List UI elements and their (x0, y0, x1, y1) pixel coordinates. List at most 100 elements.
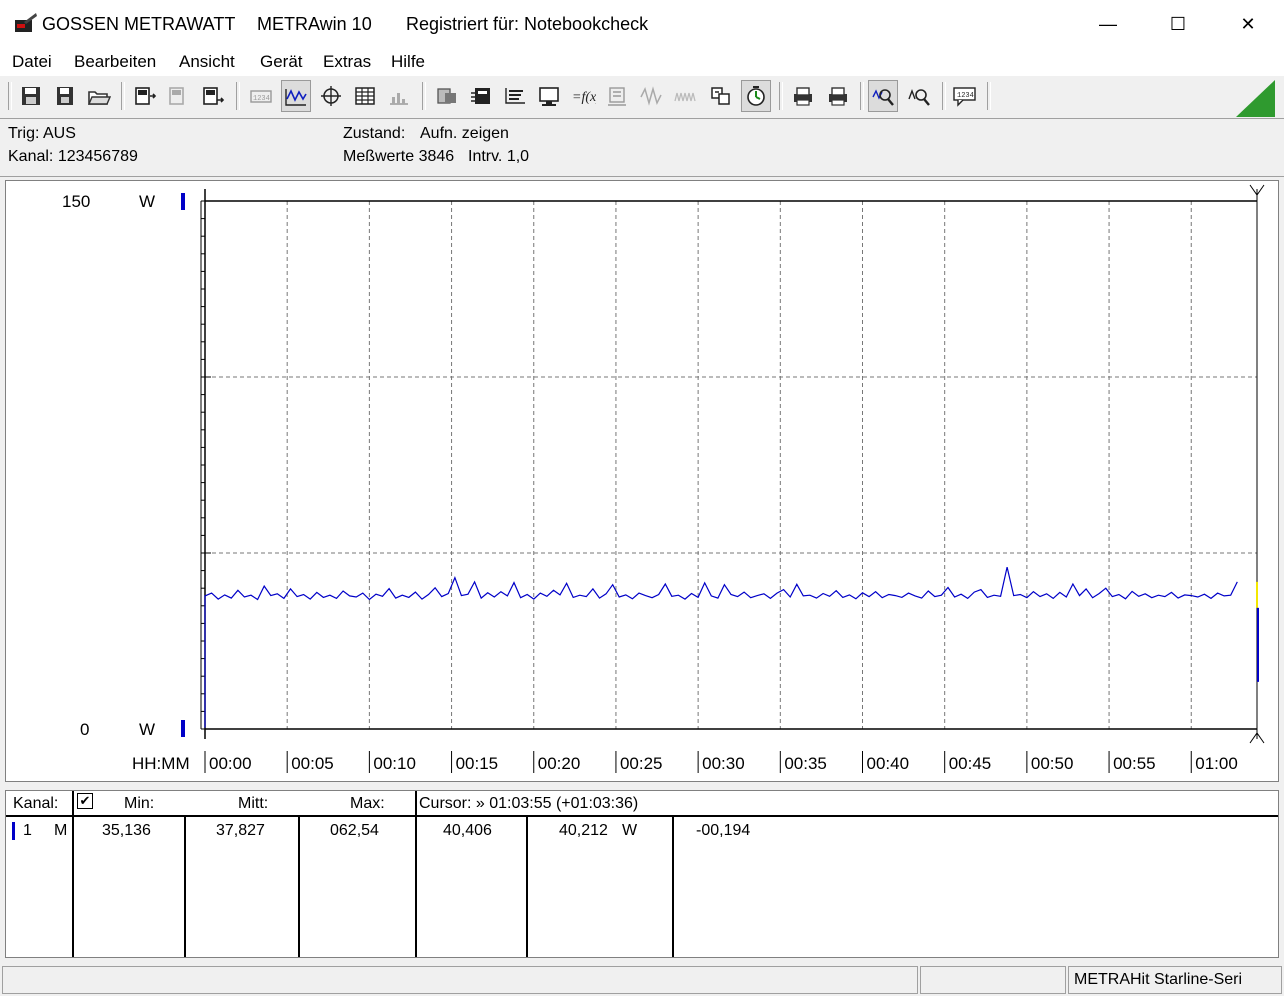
y-scale-marker-top (181, 193, 185, 210)
recorder-icon[interactable] (500, 80, 530, 112)
minimize-button[interactable]: — (1073, 0, 1143, 48)
device-read-icon[interactable] (130, 80, 160, 112)
x-axis-label: HH:MM (132, 754, 190, 773)
memory-icon[interactable] (602, 80, 632, 112)
monitor-icon[interactable] (534, 80, 564, 112)
x-tick-label: 00:35 (784, 754, 827, 773)
header-kanal: Kanal: (13, 795, 59, 812)
x-tick-label: 00:10 (373, 754, 416, 773)
menu-extras[interactable]: Extras (323, 52, 371, 72)
channel-setup-icon[interactable] (432, 80, 462, 112)
save-icon[interactable] (16, 80, 46, 112)
toolbar-separator (121, 82, 125, 110)
status-triangle-icon (1236, 80, 1275, 117)
channel-list: Kanal: 123456789 (8, 148, 138, 165)
menu-bar: Datei Bearbeiten Ansicht Gerät Extras Hi… (0, 48, 1284, 76)
measurement-count: Meßwerte 3846 (343, 148, 455, 165)
transfer-icon[interactable] (706, 80, 736, 112)
zoom-in-icon[interactable] (868, 80, 898, 112)
trigger-status: Trig: AUS (8, 125, 76, 142)
row-unit: W (622, 822, 638, 839)
svg-text:1234: 1234 (253, 95, 270, 103)
x-tick-label: 00:25 (620, 754, 663, 773)
status-panel-mid (920, 966, 1066, 994)
row-mitt: 37,827 (216, 822, 265, 839)
state-label: Zustand: (343, 125, 406, 142)
header-mitt: Mitt: (238, 795, 269, 812)
zoom-fit-icon[interactable] (904, 80, 934, 112)
toolbar-separator (422, 82, 426, 110)
row-difference: -00,194 (696, 822, 751, 839)
table-grid (6, 791, 1278, 957)
svg-text:1234: 1234 (957, 92, 974, 100)
measurement-table: Kanal: ✔ Min: Mitt: Max: Cursor: » 01:03… (5, 790, 1279, 958)
maximize-button[interactable]: ☐ (1143, 0, 1213, 48)
registered-title: Registriert für: Notebookcheck (406, 14, 649, 34)
x-tick-label: 00:40 (867, 754, 910, 773)
toolbar-separator (860, 82, 864, 110)
row-cursor-1: 40,406 (443, 822, 492, 839)
menu-hilfe[interactable]: Hilfe (391, 52, 425, 72)
menu-bearbeiten[interactable]: Bearbeiten (74, 52, 156, 72)
interval: Intrv. 1,0 (468, 148, 530, 165)
print-icon[interactable] (823, 80, 853, 112)
table-view-icon[interactable] (350, 80, 380, 112)
header-min: Min: (124, 795, 155, 812)
wave-disabled-icon[interactable] (670, 80, 700, 112)
y-unit-label-bottom: W (139, 720, 155, 739)
x-tick-label: 00:00 (209, 754, 252, 773)
app-logo-icon (15, 13, 37, 32)
state-value: Aufn. zeigen (420, 125, 509, 142)
x-tick-label: 00:50 (1031, 754, 1074, 773)
row-cursor-2: 40,212 (559, 822, 608, 839)
x-tick-label: 00:15 (456, 754, 499, 773)
channel-color-marker (12, 822, 15, 840)
save-as-icon[interactable] (50, 80, 80, 112)
print-preview-icon[interactable] (788, 80, 818, 112)
y-tick-label-max: 150 (62, 192, 90, 211)
close-button[interactable]: ✕ (1213, 0, 1283, 48)
cursor-crosshair-icon[interactable] (316, 80, 346, 112)
channel-checkbox[interactable]: ✔ (77, 793, 93, 809)
x-tick-label: 00:45 (949, 754, 992, 773)
x-tick-label: 00:05 (291, 754, 334, 773)
toolbar-separator (987, 82, 991, 110)
device-status: METRAHit Starline-Seri (1068, 966, 1282, 994)
menu-datei[interactable]: Datei (12, 52, 52, 72)
svg-text:=f(x): =f(x) (572, 90, 596, 105)
digital-display-icon[interactable]: 1234 (246, 80, 276, 112)
formula-icon[interactable]: =f(x) (568, 80, 598, 112)
header-max: Max: (350, 795, 385, 812)
row-min: 35,136 (102, 822, 151, 839)
row-mode: M (54, 822, 68, 839)
menu-ansicht[interactable]: Ansicht (179, 52, 235, 72)
power-chart[interactable]: 150 0 W W 00:00 00:05 00:10 00:15 00:20 00:25 00:… (6, 181, 1278, 781)
status-panel-main (2, 966, 918, 994)
device-export-icon[interactable] (198, 80, 228, 112)
open-folder-icon[interactable] (84, 80, 114, 112)
toolbar-separator (236, 82, 240, 110)
y-scale-marker-bottom (181, 720, 185, 737)
signal-icon[interactable] (636, 80, 666, 112)
title-bar: GOSSEN METRAWATT METRAwin 10 Registriert… (0, 0, 1284, 48)
toolbar-separator (779, 82, 783, 110)
series-line (204, 566, 1238, 728)
menu-geraet[interactable]: Gerät (260, 52, 303, 72)
x-tick-label: 00:55 (1113, 754, 1156, 773)
y-unit-label-top: W (139, 192, 155, 211)
device-disabled-icon[interactable] (164, 80, 194, 112)
y-tick-label-min: 0 (80, 720, 89, 739)
status-bar: METRAHit Starline-Seri (0, 964, 1284, 996)
brand-title: GOSSEN METRAWATT (42, 14, 236, 34)
comment-icon[interactable]: 1234 (950, 80, 980, 112)
app-title: METRAwin 10 (257, 14, 372, 34)
bar-view-icon[interactable] (384, 80, 414, 112)
timer-icon[interactable] (741, 80, 771, 112)
waveform-view-icon[interactable] (281, 80, 311, 112)
maximize-icon: ☐ (1169, 13, 1187, 34)
close-icon: ✕ (1240, 13, 1256, 34)
row-max: 062,54 (330, 822, 379, 839)
checkmark-icon: ✔ (79, 793, 91, 808)
row-channel: 1 (23, 822, 32, 839)
scope-icon[interactable] (466, 80, 496, 112)
